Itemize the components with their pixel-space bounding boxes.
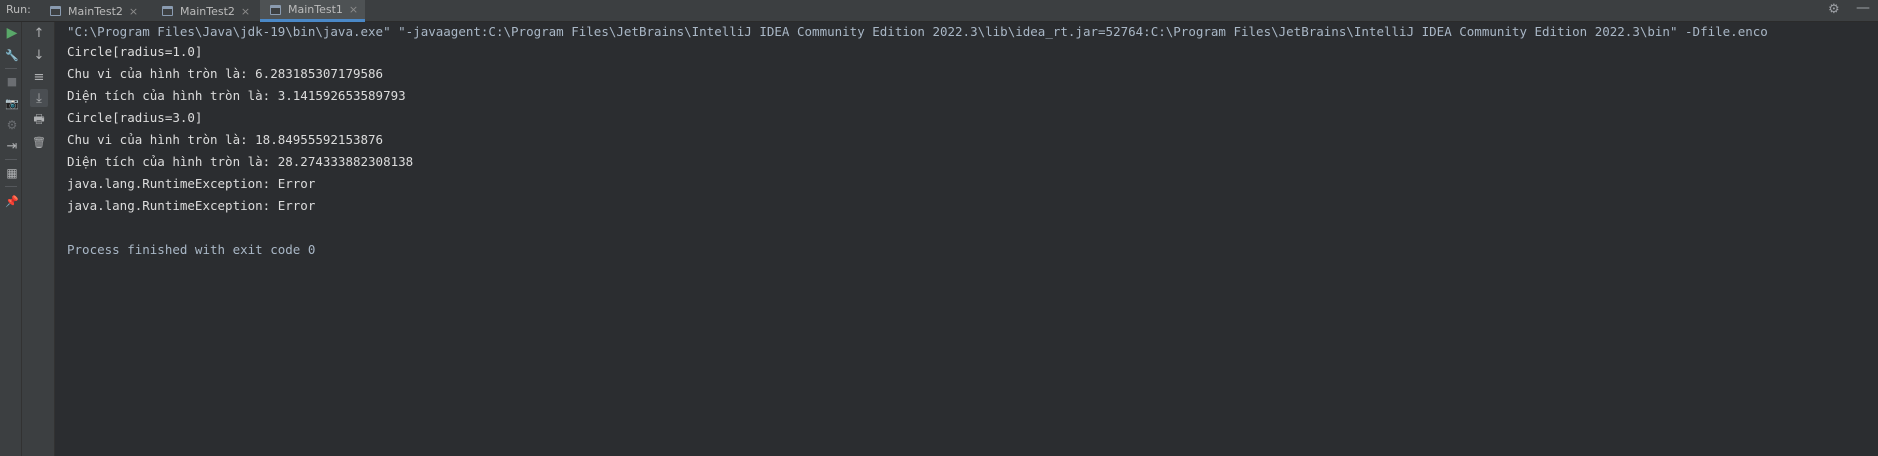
settings-icon[interactable]: ⚙: [3, 116, 21, 134]
run-tab-bar: Run: MainTest2 × MainTest2 × MainTest1 ×…: [0, 0, 1878, 22]
run-label: Run:: [6, 3, 31, 16]
wrench-icon[interactable]: 🔧: [3, 46, 21, 64]
divider: [5, 68, 17, 69]
divider: [5, 159, 17, 160]
console-output[interactable]: "C:\Program Files\Java\jdk-19\bin\java.e…: [55, 22, 1878, 456]
tab-label: MainTest2: [180, 4, 235, 18]
run-config-icon: [270, 4, 281, 15]
console-line: Chu vi của hình tròn là: 6.2831853071795…: [67, 66, 384, 81]
console-line: Circle[radius=3.0]: [67, 110, 203, 125]
console-line: Circle[radius=1.0]: [67, 44, 203, 59]
close-icon[interactable]: ×: [241, 5, 250, 18]
console-line: java.lang.RuntimeException: Error: [67, 176, 316, 191]
camera-icon[interactable]: 📷: [3, 94, 21, 112]
run-config-icon: [162, 6, 173, 16]
console-line: java.lang.RuntimeException: Error: [67, 198, 316, 213]
console-line: Diện tích của hình tròn là: 3.1415926535…: [67, 88, 406, 103]
close-icon[interactable]: ×: [129, 5, 138, 18]
run-toolbar-left: ▶ 🔧 ■ 📷 ⚙ ⇥ ▦ 📌: [0, 22, 22, 456]
console-line-exit-status: Process finished with exit code 0: [67, 242, 316, 257]
tab-label: MainTest2: [68, 4, 123, 18]
console-line: Diện tích của hình tròn là: 28.274333882…: [67, 154, 414, 169]
exit-icon[interactable]: ⇥: [3, 137, 21, 155]
run-config-icon: [50, 6, 61, 16]
tab-maintest2-first[interactable]: MainTest2 ×: [40, 0, 152, 22]
console-line: Chu vi của hình tròn là: 18.849555921538…: [67, 132, 384, 147]
tab-maintest1[interactable]: MainTest1 ×: [260, 0, 365, 22]
console-toolbar: ↑ ↓ ≡ ⤓ 🖶 🗑: [22, 22, 55, 456]
divider: [5, 186, 17, 187]
pin-icon[interactable]: 📌: [3, 192, 21, 210]
print-icon[interactable]: 🖶: [30, 111, 48, 129]
stop-icon[interactable]: ■: [3, 72, 21, 90]
close-icon[interactable]: ×: [349, 3, 358, 16]
rerun-icon[interactable]: ▶: [3, 24, 21, 42]
soft-wrap-icon[interactable]: ≡: [30, 68, 48, 86]
gear-icon[interactable]: ⚙: [1828, 2, 1840, 17]
layout-icon[interactable]: ▦: [3, 164, 21, 182]
down-arrow-icon[interactable]: ↓: [30, 46, 48, 64]
scroll-to-end-icon[interactable]: ⤓: [30, 89, 48, 107]
tab-label: MainTest1: [288, 3, 343, 16]
console-line-command: "C:\Program Files\Java\jdk-19\bin\java.e…: [67, 24, 1768, 39]
trash-icon[interactable]: 🗑: [30, 133, 48, 151]
tab-maintest2-second[interactable]: MainTest2 ×: [152, 0, 260, 22]
minimize-icon[interactable]: —: [1856, 0, 1870, 16]
up-arrow-icon[interactable]: ↑: [30, 24, 48, 42]
